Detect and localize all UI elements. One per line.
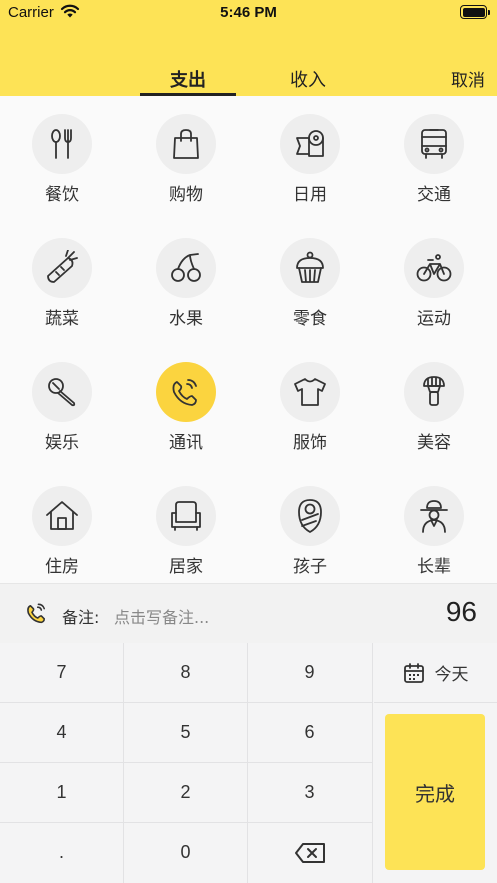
category-grid: 餐饮 购物 日用 交通 蔬菜 水果 零食 运动 娱乐 通讯 服饰 美容 住房 居… bbox=[0, 96, 497, 583]
carrot-icon bbox=[47, 250, 78, 283]
key-5[interactable]: 5 bbox=[124, 703, 247, 762]
status-bar: Carrier 5:46 PM bbox=[0, 0, 497, 26]
bicycle-icon bbox=[416, 254, 452, 282]
fork-spoon-icon bbox=[51, 129, 72, 159]
key-0[interactable]: 0 bbox=[124, 823, 247, 882]
baby-icon bbox=[298, 499, 322, 533]
calendar-icon bbox=[403, 662, 424, 683]
category-label: 蔬菜 bbox=[45, 309, 79, 329]
category-label: 长辈 bbox=[417, 557, 451, 577]
armchair-icon bbox=[171, 501, 201, 531]
category-children[interactable]: 孩子 bbox=[248, 486, 372, 577]
key-1[interactable]: 1 bbox=[0, 763, 123, 822]
remark-bar: 备注: 点击写备注... 96 bbox=[0, 583, 497, 643]
makeup-brush-icon bbox=[423, 376, 445, 406]
tshirt-icon bbox=[294, 378, 326, 406]
category-fruit[interactable]: 水果 bbox=[124, 238, 248, 329]
category-label: 运动 bbox=[417, 309, 451, 329]
bus-icon bbox=[421, 129, 447, 159]
amount-display: 96 bbox=[445, 596, 477, 627]
phone-icon bbox=[172, 379, 197, 406]
cherry-icon bbox=[171, 253, 201, 282]
backspace-icon bbox=[294, 842, 325, 863]
cupcake-icon bbox=[296, 251, 324, 283]
category-snacks[interactable]: 零食 bbox=[248, 238, 372, 329]
phone-icon bbox=[27, 603, 46, 624]
category-transport[interactable]: 交通 bbox=[372, 114, 496, 205]
key-2[interactable]: 2 bbox=[124, 763, 247, 822]
house-icon bbox=[46, 501, 78, 530]
status-time: 5:46 PM bbox=[220, 4, 277, 21]
shopping-bag-icon bbox=[173, 129, 199, 159]
category-entertainment[interactable]: 娱乐 bbox=[0, 362, 124, 453]
microphone-icon bbox=[48, 378, 76, 407]
key-4[interactable]: 4 bbox=[0, 703, 123, 762]
category-housing[interactable]: 住房 bbox=[0, 486, 124, 577]
category-dining[interactable]: 餐饮 bbox=[0, 114, 124, 205]
battery-icon bbox=[460, 5, 490, 19]
category-label: 居家 bbox=[169, 557, 203, 577]
tab-expense[interactable]: 支出 bbox=[140, 66, 236, 96]
keypad: 7 8 9 4 5 6 1 2 3 . 0 今天 完成 bbox=[0, 643, 497, 883]
today-label: 今天 bbox=[434, 665, 469, 685]
category-sports[interactable]: 运动 bbox=[372, 238, 496, 329]
toilet-paper-icon bbox=[296, 130, 324, 157]
key-7[interactable]: 7 bbox=[0, 643, 123, 702]
today-button[interactable]: 今天 bbox=[374, 643, 497, 702]
category-label: 孩子 bbox=[293, 557, 327, 577]
remark-label: 备注: bbox=[62, 608, 100, 627]
category-telecom[interactable]: 通讯 bbox=[124, 362, 248, 453]
tab-income[interactable]: 收入 bbox=[260, 66, 356, 92]
category-label: 日用 bbox=[293, 185, 327, 205]
category-daily[interactable]: 日用 bbox=[248, 114, 372, 205]
remark-input[interactable]: 点击写备注... bbox=[114, 604, 209, 628]
category-label: 交通 bbox=[417, 185, 451, 205]
cancel-button[interactable]: 取消 bbox=[451, 66, 485, 91]
category-label: 美容 bbox=[417, 433, 451, 453]
key-6[interactable]: 6 bbox=[248, 703, 371, 762]
key-dot[interactable]: . bbox=[0, 823, 123, 882]
elder-icon bbox=[420, 500, 448, 533]
category-label: 餐饮 bbox=[45, 185, 79, 205]
key-8[interactable]: 8 bbox=[124, 643, 247, 702]
key-9[interactable]: 9 bbox=[248, 643, 371, 702]
category-label: 通讯 bbox=[169, 433, 203, 453]
delete-button[interactable] bbox=[248, 823, 371, 882]
category-label: 服饰 bbox=[293, 433, 327, 453]
category-home[interactable]: 居家 bbox=[124, 486, 248, 577]
category-beauty[interactable]: 美容 bbox=[372, 362, 496, 453]
key-3[interactable]: 3 bbox=[248, 763, 371, 822]
category-label: 娱乐 bbox=[45, 433, 79, 453]
category-label: 购物 bbox=[169, 185, 203, 205]
category-clothing[interactable]: 服饰 bbox=[248, 362, 372, 453]
category-vegetables[interactable]: 蔬菜 bbox=[0, 238, 124, 329]
category-label: 零食 bbox=[293, 309, 327, 329]
category-shopping[interactable]: 购物 bbox=[124, 114, 248, 205]
header: Carrier 5:46 PM 支出 收入 取消 bbox=[0, 0, 497, 96]
done-button[interactable]: 完成 bbox=[385, 714, 485, 870]
category-label: 水果 bbox=[169, 309, 203, 329]
category-label: 住房 bbox=[45, 557, 79, 577]
category-elders[interactable]: 长辈 bbox=[372, 486, 496, 577]
